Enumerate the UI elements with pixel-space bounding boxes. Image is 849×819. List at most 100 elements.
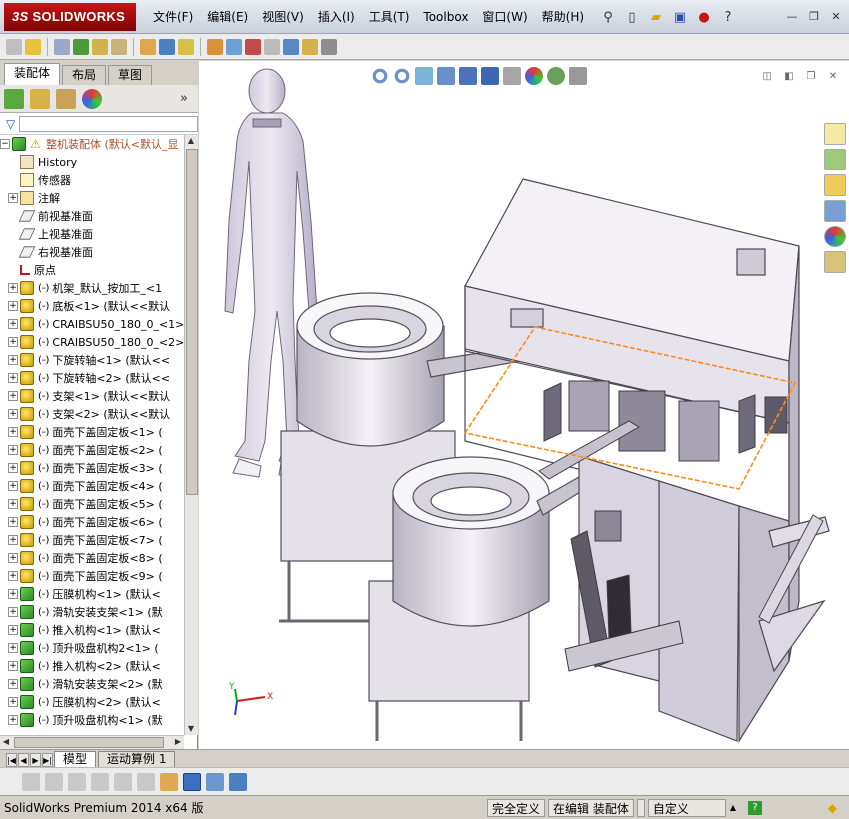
vibratory-bowl-feeder-lower[interactable] bbox=[368, 456, 586, 741]
tree-item[interactable]: + (-) 面壳下盖固定板<6> ( bbox=[0, 513, 184, 531]
display-manager-tab-icon[interactable] bbox=[82, 88, 102, 109]
mate-icon[interactable] bbox=[54, 38, 70, 55]
viewport-minimize-icon[interactable]: ◫ bbox=[759, 69, 775, 85]
tree-item[interactable]: + (-) 下旋转轴<1> (默认<< bbox=[0, 351, 184, 369]
expand-icon[interactable]: + bbox=[8, 463, 18, 473]
collapse-root-icon[interactable]: − bbox=[0, 139, 10, 149]
expand-icon[interactable]: + bbox=[8, 355, 18, 365]
graphics-area[interactable]: X Y ◫ ◧ ❐ ✕ bbox=[199, 61, 849, 749]
tree-item[interactable]: 前视基准面 bbox=[0, 207, 184, 225]
tree-item[interactable]: 传感器 bbox=[0, 171, 184, 189]
expand-icon[interactable]: + bbox=[8, 661, 18, 671]
custom-properties-icon[interactable] bbox=[824, 251, 846, 274]
scroll-up-icon[interactable]: ▲ bbox=[185, 135, 197, 147]
instant3d-icon[interactable] bbox=[321, 38, 337, 55]
expand-icon[interactable]: + bbox=[8, 553, 18, 563]
viewport-restore-icon[interactable]: ❐ bbox=[803, 69, 819, 85]
tree-item[interactable]: + (-) 压膜机构<2> (默认< bbox=[0, 693, 184, 711]
linear-pattern-icon[interactable] bbox=[73, 38, 89, 55]
damper-icon[interactable] bbox=[114, 772, 132, 791]
next-tab-icon[interactable]: ▶ bbox=[30, 753, 41, 767]
tab-model[interactable]: 模型 bbox=[54, 751, 97, 767]
previous-view-icon[interactable] bbox=[415, 67, 433, 85]
close-icon[interactable]: ✕ bbox=[827, 7, 845, 25]
tree-item[interactable]: + (-) 支架<2> (默认<<默认 bbox=[0, 405, 184, 423]
help-icon[interactable]: ? bbox=[718, 7, 738, 27]
configurationmanager-tab-icon[interactable] bbox=[56, 88, 76, 109]
expand-icon[interactable]: + bbox=[8, 301, 18, 311]
tree-item[interactable]: + (-) 面壳下盖固定板<1> ( bbox=[0, 423, 184, 441]
reference-geometry-icon[interactable] bbox=[178, 38, 194, 55]
expand-icon[interactable]: + bbox=[8, 499, 18, 509]
edit-appearance-icon[interactable] bbox=[525, 67, 543, 85]
expand-icon[interactable]: + bbox=[8, 571, 18, 581]
tree-item[interactable]: + (-) 底板<1> (默认<<默认 bbox=[0, 297, 184, 315]
table-icon[interactable] bbox=[206, 772, 224, 791]
solidworks-logo[interactable]: 3S SOLIDWORKS bbox=[4, 3, 136, 31]
force-icon[interactable] bbox=[137, 772, 155, 791]
tree-item[interactable]: + (-) 面壳下盖固定板<4> ( bbox=[0, 477, 184, 495]
expand-icon[interactable]: + bbox=[8, 715, 18, 725]
last-tab-icon[interactable]: ▶| bbox=[42, 753, 53, 767]
simulation-icon[interactable] bbox=[22, 772, 40, 791]
zoom-to-fit-icon[interactable] bbox=[371, 67, 389, 85]
expand-icon[interactable]: + bbox=[8, 535, 18, 545]
export-icon[interactable] bbox=[229, 772, 247, 791]
tree-filter-input[interactable] bbox=[19, 115, 198, 132]
assembly-features-icon[interactable] bbox=[159, 38, 175, 55]
scroll-left-icon[interactable]: ◀ bbox=[0, 736, 12, 748]
save-icon[interactable]: ▣ bbox=[670, 7, 690, 27]
expand-icon[interactable]: + bbox=[8, 481, 18, 491]
tree-item[interactable]: + (-) 面壳下盖固定板<7> ( bbox=[0, 531, 184, 549]
pin-icon[interactable]: ⚲ bbox=[598, 7, 618, 27]
edit-component-icon[interactable] bbox=[6, 38, 22, 55]
filter-icon[interactable]: ▽ bbox=[6, 117, 15, 131]
tree-item[interactable]: + (-) 面壳下盖固定板<3> ( bbox=[0, 459, 184, 477]
scroll-right-icon[interactable]: ▶ bbox=[172, 736, 184, 748]
interference-detection-icon[interactable] bbox=[283, 38, 299, 55]
menu-item-0[interactable]: 文件(F) bbox=[146, 0, 200, 34]
explode-line-sketch-icon[interactable] bbox=[264, 38, 280, 55]
tree-item[interactable]: + (-) 下旋转轴<2> (默认<< bbox=[0, 369, 184, 387]
file-explorer-icon[interactable] bbox=[824, 174, 846, 197]
expand-icon[interactable]: + bbox=[8, 337, 18, 347]
tree-item[interactable]: + (-) 机架_默认_按加工_<1 bbox=[0, 279, 184, 297]
tree-item[interactable]: + (-) 滑轨安装支架<2> (默 bbox=[0, 675, 184, 693]
command-tab-2[interactable]: 草图 bbox=[108, 65, 153, 85]
tree-item[interactable]: 上视基准面 bbox=[0, 225, 184, 243]
expand-icon[interactable]: + bbox=[8, 607, 18, 617]
bill-of-materials-icon[interactable] bbox=[226, 38, 242, 55]
expand-icon[interactable]: + bbox=[8, 625, 18, 635]
viewport-close-icon[interactable]: ✕ bbox=[825, 69, 841, 85]
tree-item[interactable]: + (-) 滑轨安装支架<1> (默 bbox=[0, 603, 184, 621]
results-plot-icon[interactable] bbox=[160, 772, 178, 791]
tree-item[interactable]: + 注解 bbox=[0, 189, 184, 207]
motor-icon[interactable] bbox=[68, 772, 86, 791]
minimize-icon[interactable]: — bbox=[783, 7, 801, 25]
vertical-scroll-thumb[interactable] bbox=[186, 149, 198, 495]
exploded-view-icon[interactable] bbox=[245, 38, 261, 55]
menu-item-7[interactable]: 帮助(H) bbox=[535, 0, 591, 34]
expand-icon[interactable]: + bbox=[8, 445, 18, 455]
tree-item[interactable]: + (-) CRAIBSU50_180_0_<2> bbox=[0, 333, 184, 351]
command-tab-0[interactable]: 装配体 bbox=[4, 63, 61, 85]
assembly-model[interactable]: X Y bbox=[199, 61, 849, 749]
expand-icon[interactable]: + bbox=[8, 517, 18, 527]
horizontal-scroll-thumb[interactable] bbox=[14, 737, 164, 748]
expand-icon[interactable]: + bbox=[8, 319, 18, 329]
tree-item[interactable]: 原点 bbox=[0, 261, 184, 279]
expand-icon[interactable]: + bbox=[8, 427, 18, 437]
propertymanager-tab-icon[interactable] bbox=[30, 88, 50, 109]
design-library-icon[interactable] bbox=[824, 148, 846, 171]
view-palette-icon[interactable] bbox=[824, 200, 846, 222]
tree-item[interactable]: + (-) 面壳下盖固定板<9> ( bbox=[0, 567, 184, 585]
tree-item[interactable]: + (-) 推入机构<2> (默认< bbox=[0, 657, 184, 675]
calculate-icon[interactable] bbox=[45, 772, 63, 791]
smart-fasteners-icon[interactable] bbox=[92, 38, 108, 55]
menu-item-2[interactable]: 视图(V) bbox=[255, 0, 311, 34]
viewport-tile-icon[interactable]: ◧ bbox=[781, 69, 797, 85]
tree-item[interactable]: 右视基准面 bbox=[0, 243, 184, 261]
tree-horizontal-scrollbar[interactable]: ◀ ▶ bbox=[0, 735, 184, 749]
spring-icon[interactable] bbox=[91, 772, 109, 791]
apply-scene-icon[interactable] bbox=[547, 67, 565, 85]
